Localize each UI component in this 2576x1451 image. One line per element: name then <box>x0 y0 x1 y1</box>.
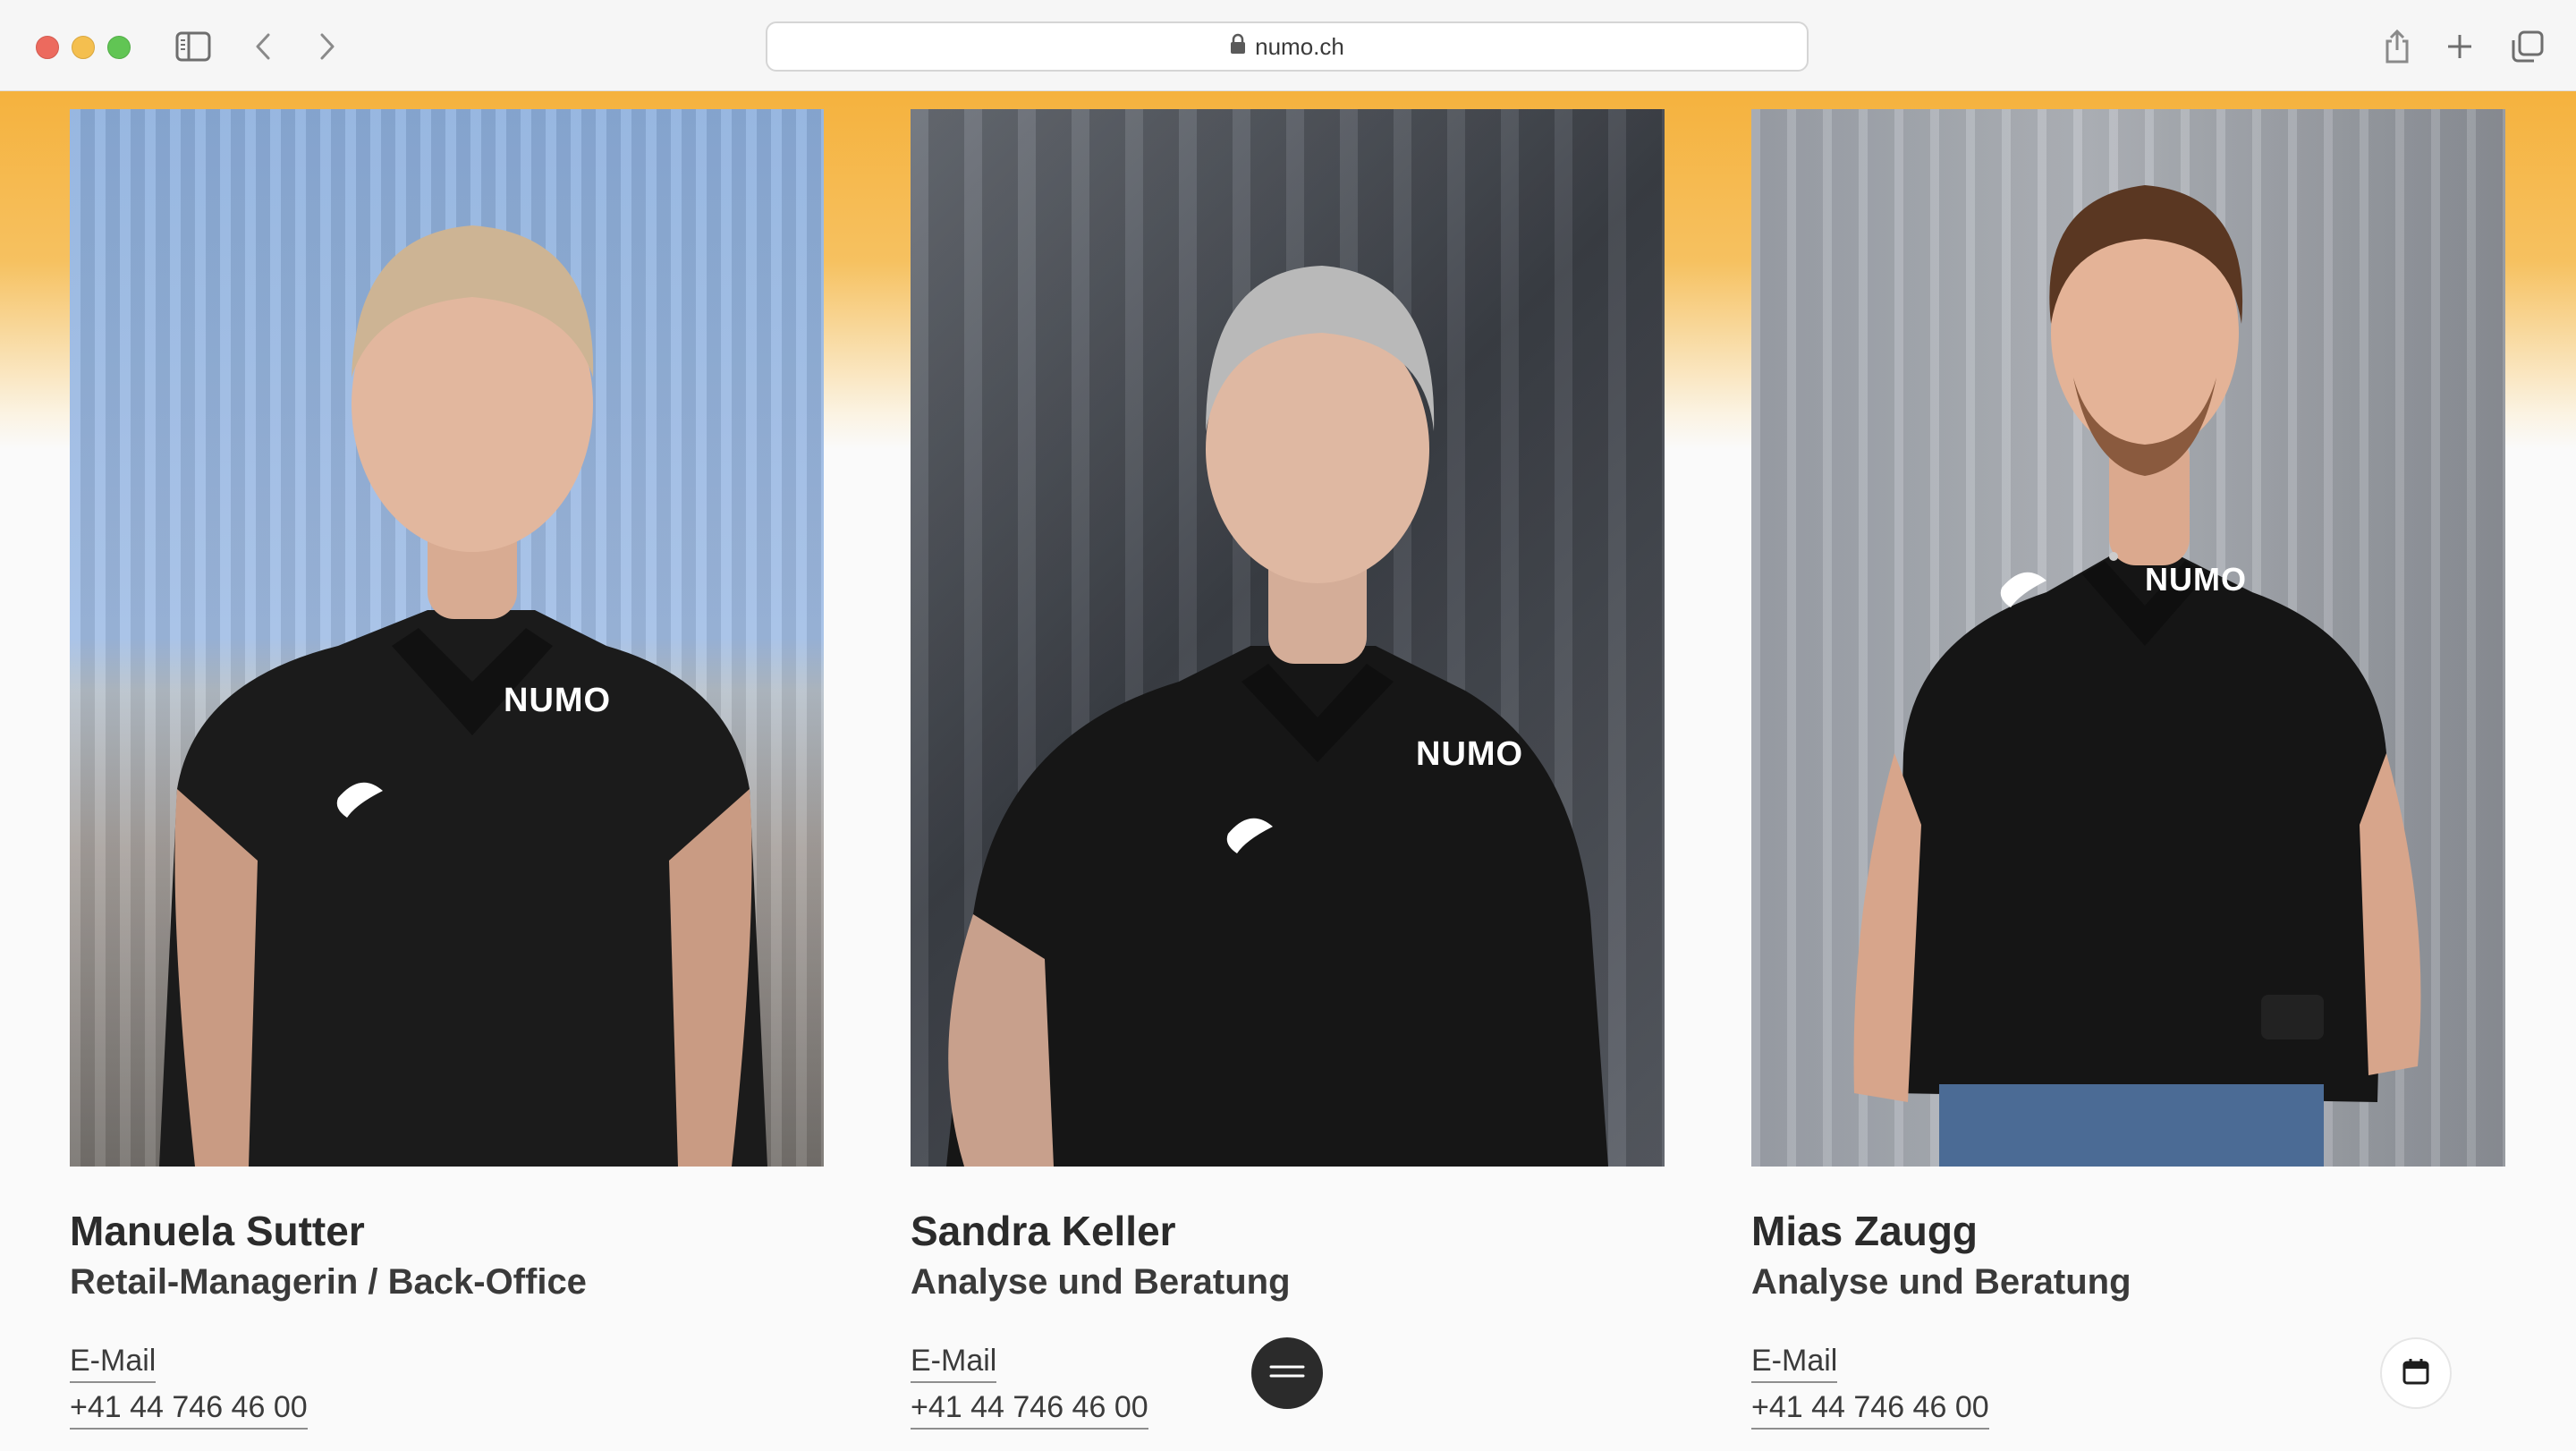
portrait-photo: NUMO <box>911 109 1665 1167</box>
member-role: Analyse und Beratung <box>911 1262 1291 1302</box>
phone-link[interactable]: +41 44 746 46 00 <box>70 1387 308 1430</box>
close-window-button[interactable] <box>36 36 59 59</box>
team-page: NUMO Manuela Sutter Retail-Managerin / B… <box>0 91 2576 1451</box>
member-role: Retail-Managerin / Back-Office <box>70 1262 587 1302</box>
team-member-card: NUMO Manuela Sutter Retail-Managerin / B… <box>70 109 824 1430</box>
calendar-icon <box>2402 1357 2430 1390</box>
phone-link[interactable]: +41 44 746 46 00 <box>911 1387 1148 1430</box>
calendar-button[interactable] <box>2380 1337 2452 1409</box>
lock-icon <box>1230 33 1246 61</box>
phone-link[interactable]: +41 44 746 46 00 <box>1751 1387 1989 1430</box>
portrait-photo: NUMO <box>70 109 824 1167</box>
member-name: Manuela Sutter <box>70 1208 365 1254</box>
plus-icon[interactable] <box>2436 23 2483 70</box>
minimize-window-button[interactable] <box>72 36 95 59</box>
team-member-card: NUMO Sandra Keller Analyse und Beratung … <box>911 109 1665 1430</box>
member-role: Analyse und Beratung <box>1751 1262 2131 1302</box>
back-chevron-icon[interactable] <box>240 23 286 70</box>
person-illustration <box>159 225 767 1167</box>
address-bar[interactable]: numo.ch <box>766 21 1809 72</box>
email-link[interactable]: E-Mail <box>1751 1340 1838 1383</box>
menu-icon <box>1269 1362 1305 1385</box>
share-icon[interactable] <box>2374 23 2420 70</box>
shirt-logo-text: NUMO <box>1416 735 1524 773</box>
url-text: numo.ch <box>1255 32 1344 60</box>
tabs-overview-icon[interactable] <box>2504 23 2551 70</box>
sidebar-toggle-icon[interactable] <box>170 23 216 70</box>
browser-toolbar: numo.ch <box>0 0 2576 91</box>
browser-window: numo.ch NUMO Manuela Sutter Retail-Manag… <box>0 0 2576 1451</box>
portrait-photo: NUMO <box>1751 109 2505 1167</box>
forward-chevron-icon[interactable] <box>304 23 351 70</box>
email-link[interactable]: E-Mail <box>70 1340 157 1383</box>
maximize-window-button[interactable] <box>107 36 131 59</box>
team-member-card: NUMO Mias Zaugg Analyse und Beratung E-M… <box>1751 109 2505 1430</box>
email-link[interactable]: E-Mail <box>911 1340 997 1383</box>
member-name: Mias Zaugg <box>1751 1208 1979 1254</box>
person-illustration <box>1853 185 2421 1167</box>
shirt-logo-text: NUMO <box>504 682 612 719</box>
person-illustration <box>946 266 1608 1167</box>
shirt-logo-text: NUMO <box>2145 561 2247 598</box>
member-name: Sandra Keller <box>911 1208 1176 1254</box>
menu-button[interactable] <box>1251 1337 1323 1409</box>
